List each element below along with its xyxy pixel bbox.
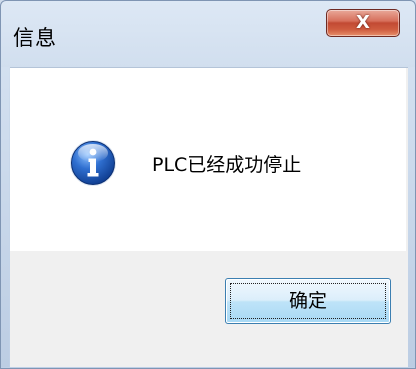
close-button[interactable]: X bbox=[326, 9, 400, 37]
window-title: 信息 bbox=[13, 26, 57, 50]
dialog-message: PLC已经成功停止 bbox=[152, 154, 302, 176]
window-frame-left bbox=[1, 67, 9, 367]
dialog-window: 信息 X PLC已经成功停止 确定 bbox=[0, 0, 416, 369]
info-icon bbox=[70, 140, 116, 186]
ok-button[interactable]: 确定 bbox=[225, 278, 391, 324]
title-bar[interactable]: 信息 X bbox=[1, 1, 415, 65]
dialog-client-area: PLC已经成功停止 确定 bbox=[10, 67, 408, 367]
ok-button-label: 确定 bbox=[288, 290, 327, 312]
message-area: PLC已经成功停止 bbox=[10, 68, 406, 251]
close-icon: X bbox=[356, 12, 370, 33]
window-frame-right bbox=[407, 67, 415, 367]
